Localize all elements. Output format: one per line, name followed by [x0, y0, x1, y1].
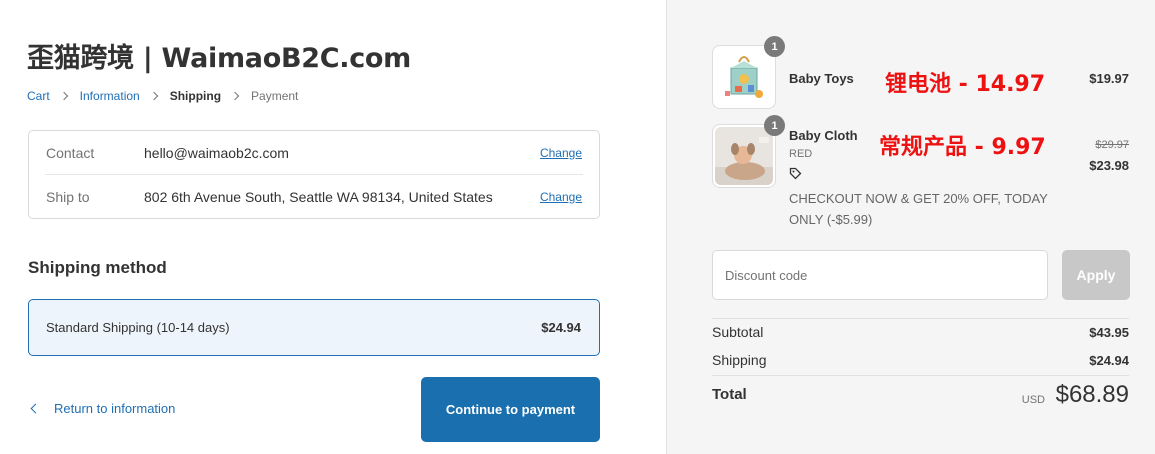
product-variant: RED — [789, 148, 813, 160]
product-price: $19.97 — [1089, 71, 1129, 86]
shipping-option[interactable]: Standard Shipping (10-14 days) $24.94 — [28, 299, 600, 356]
shipto-label: Ship to — [46, 189, 90, 205]
baby-cloth-image — [715, 127, 773, 185]
total-value: $68.89 — [1055, 381, 1129, 408]
change-contact-link[interactable]: Change — [540, 146, 582, 160]
apply-discount-button[interactable]: Apply — [1062, 250, 1130, 300]
divider — [712, 375, 1129, 376]
chevron-right-icon — [59, 91, 68, 101]
product-name: Baby Cloth — [789, 128, 858, 143]
subtotal-value: $43.95 — [1089, 325, 1129, 340]
order-summary: 1 Baby Toys 锂电池 - 14.97 $19.97 1 Baby Cl… — [666, 0, 1155, 454]
review-row-shipto: Ship to 802 6th Avenue South, Seattle WA… — [29, 175, 599, 219]
product-annotation: 常规产品 - 9.97 — [879, 135, 1046, 160]
total-currency: USD — [1021, 394, 1045, 406]
divider — [712, 318, 1129, 319]
quantity-badge: 1 — [764, 115, 785, 136]
checkout-main: 歪猫跨境 | WaimaoB2C.com Cart Information Sh… — [0, 0, 666, 454]
shipto-value: 802 6th Avenue South, Seattle WA 98134, … — [144, 189, 493, 205]
product-original-price: $29.97 — [1095, 139, 1129, 151]
contact-label: Contact — [46, 145, 95, 161]
promo-text: CHECKOUT NOW & GET 20% OFF, TODAY ONLY (… — [789, 191, 1048, 227]
breadcrumb-payment: Payment — [251, 89, 299, 103]
chevron-right-icon — [230, 91, 240, 101]
return-link-label: Return to information — [54, 401, 176, 416]
breadcrumb-shipping: Shipping — [169, 89, 222, 103]
product-thumbnail-baby-cloth: 1 — [712, 115, 785, 188]
breadcrumb: Cart Information Shipping Payment — [27, 89, 298, 103]
store-title[interactable]: 歪猫跨境 | WaimaoB2C.com — [27, 36, 411, 75]
baby-toys-image — [715, 48, 773, 106]
breadcrumb-information[interactable]: Information — [80, 89, 140, 103]
review-block: Contact hello@waimaob2c.com Change Ship … — [28, 130, 600, 219]
return-to-information-link[interactable]: Return to information — [29, 401, 175, 416]
shipping-value: $24.94 — [1089, 353, 1129, 368]
product-thumbnail-baby-toys: 1 — [712, 36, 785, 109]
tag-icon — [789, 167, 802, 185]
chevron-right-icon — [149, 91, 158, 101]
product-name: Baby Toys — [789, 71, 854, 86]
shipping-label: Shipping — [712, 352, 767, 368]
shipping-option-price: $24.94 — [541, 320, 581, 335]
review-row-contact: Contact hello@waimaob2c.com Change — [29, 131, 599, 175]
breadcrumb-cart[interactable]: Cart — [27, 89, 50, 103]
continue-to-payment-button[interactable]: Continue to payment — [421, 377, 600, 442]
product-annotation: 锂电池 - 14.97 — [885, 72, 1046, 97]
product-price: $23.98 — [1089, 158, 1129, 173]
subtotal-label: Subtotal — [712, 324, 764, 340]
shipping-method-title: Shipping method — [28, 258, 167, 277]
total-label: Total — [712, 386, 747, 403]
discount-code-input[interactable] — [712, 250, 1048, 300]
chevron-left-icon — [30, 403, 41, 414]
shipping-option-name: Standard Shipping (10-14 days) — [46, 320, 230, 335]
contact-value: hello@waimaob2c.com — [144, 145, 289, 161]
change-shipto-link[interactable]: Change — [540, 190, 582, 204]
quantity-badge: 1 — [764, 36, 785, 57]
